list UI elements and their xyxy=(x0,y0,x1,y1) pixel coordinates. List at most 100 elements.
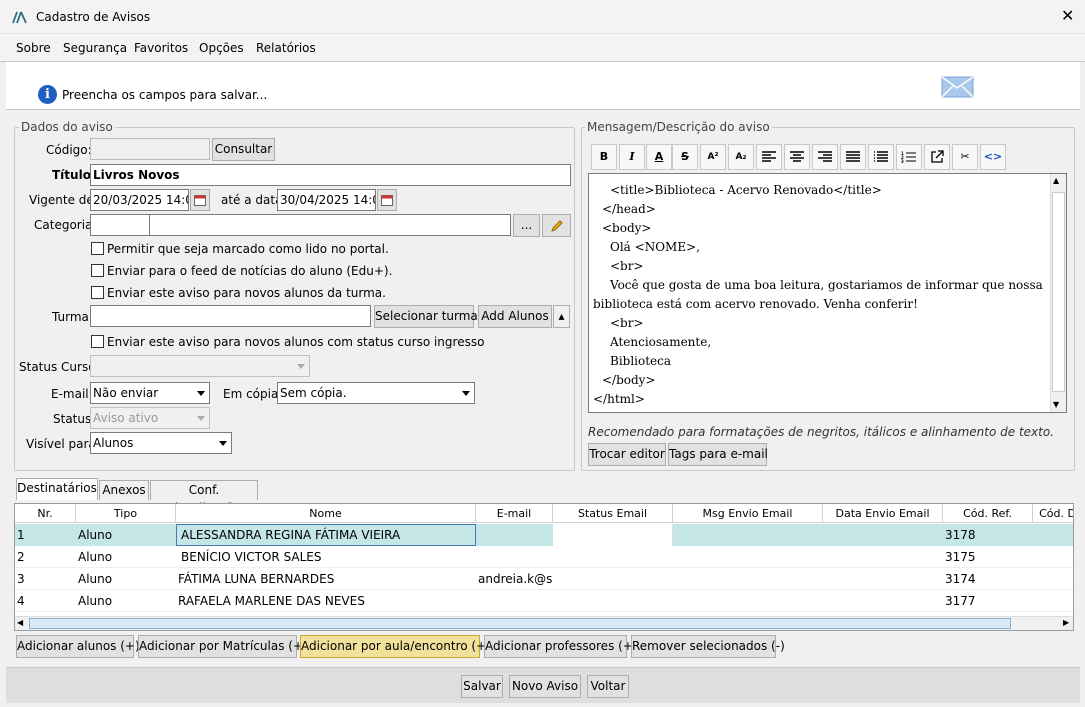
tab-anexos[interactable]: Anexos xyxy=(99,480,149,500)
editor-line: </html> xyxy=(593,392,645,406)
close-icon[interactable]: ✕ xyxy=(1061,6,1074,25)
editor-line: Atenciosamente, xyxy=(610,335,712,349)
app-logo-icon xyxy=(12,11,27,24)
table-cell: andreia.k@s... xyxy=(478,572,553,586)
grid-header[interactable]: Msg Envio Email xyxy=(673,504,823,523)
table-cell: ALESSANDRA REGINA FÁTIMA VIEIRA xyxy=(181,528,401,542)
menu-opcoes[interactable]: Opções xyxy=(199,41,244,55)
categoria-code-input[interactable] xyxy=(90,214,150,236)
check-status-ingresso-label: Enviar este aviso para novos alunos com … xyxy=(107,335,485,349)
horizontal-scrollbar[interactable]: ◀ ▶ xyxy=(15,616,1073,630)
calendar-icon[interactable] xyxy=(377,189,397,211)
check-novos-alunos-turma-label: Enviar este aviso para novos alunos da t… xyxy=(107,286,386,300)
table-cell: Aluno xyxy=(78,528,113,542)
align-left-icon[interactable] xyxy=(756,144,782,170)
check-feed-noticias[interactable] xyxy=(91,264,104,277)
strikethrough-icon[interactable]: S xyxy=(672,144,698,170)
novo-aviso-button[interactable]: Novo Aviso xyxy=(509,675,581,698)
email-select[interactable]: Não enviar xyxy=(90,382,210,404)
tags-email-button[interactable]: Tags para e-mail xyxy=(668,443,768,466)
superscript-icon[interactable]: A² xyxy=(700,144,726,170)
grid-header[interactable]: Status Email xyxy=(553,504,673,523)
categoria-search-button[interactable]: ... xyxy=(513,214,540,237)
salvar-button[interactable]: Salvar xyxy=(461,675,503,698)
copia-select[interactable]: Sem cópia. xyxy=(277,382,475,404)
vigente-label: Vigente de: xyxy=(29,193,98,207)
adicionar-alunos-button[interactable]: Adicionar alunos (+) xyxy=(16,635,140,658)
svg-text:3: 3 xyxy=(901,159,904,163)
adicionar-matriculas-button[interactable]: Adicionar por Matrículas (+) xyxy=(138,635,308,658)
cut-icon[interactable]: ✂ xyxy=(952,144,978,170)
check-status-ingresso[interactable] xyxy=(91,335,104,348)
editor-line: <br> xyxy=(610,316,644,330)
subscript-icon[interactable]: A₂ xyxy=(728,144,754,170)
recipients-grid[interactable]: Nr. Tipo Nome E-mail Status Email Msg En… xyxy=(14,503,1074,631)
align-center-icon[interactable] xyxy=(784,144,810,170)
numbered-list-icon[interactable]: 123 xyxy=(896,144,922,170)
selecionar-turma-button[interactable]: Selecionar turma xyxy=(374,305,478,328)
add-alunos-button[interactable]: Add Alunos xyxy=(478,305,552,328)
editor-line: <body> xyxy=(602,221,652,235)
grid-header[interactable]: Tipo xyxy=(76,504,176,523)
vigente-input[interactable]: 20/03/2025 14:01 xyxy=(90,189,189,211)
editor-scrollbar[interactable]: ▲ ▼ xyxy=(1050,174,1066,412)
scroll-left-icon[interactable]: ◀ xyxy=(17,618,23,627)
grid-header[interactable]: Cód. D xyxy=(1033,504,1073,523)
menu-seguranca[interactable]: Segurança xyxy=(63,41,127,55)
bullet-list-icon[interactable] xyxy=(868,144,894,170)
categoria-name-input[interactable] xyxy=(149,214,511,236)
message-editor[interactable]: head <title>Biblioteca - Acervo Renovado… xyxy=(588,173,1067,413)
menu-favoritos[interactable]: Favoritos xyxy=(134,41,188,55)
table-row[interactable] xyxy=(15,524,1073,546)
editor-line: <title>Biblioteca - Acervo Renovado</tit… xyxy=(610,183,882,197)
italic-icon[interactable]: I xyxy=(619,144,645,170)
grid-header[interactable]: Nr. xyxy=(15,504,76,523)
tab-conf-visualizacao[interactable]: Conf. Visualização xyxy=(150,480,258,515)
trocar-editor-button[interactable]: Trocar editor xyxy=(588,443,666,466)
scroll-right-icon[interactable]: ▶ xyxy=(1063,618,1069,627)
status-curso-select[interactable] xyxy=(90,355,310,377)
table-cell: 3177 xyxy=(945,594,976,608)
menu-relatorios[interactable]: Relatórios xyxy=(256,41,316,55)
titulo-input[interactable]: Livros Novos xyxy=(90,164,571,186)
bold-icon[interactable]: B xyxy=(591,144,617,170)
turma-input[interactable] xyxy=(90,305,371,327)
grid-header[interactable]: Cód. Ref. xyxy=(943,504,1033,523)
voltar-button[interactable]: Voltar xyxy=(587,675,629,698)
codigo-input[interactable] xyxy=(90,138,210,160)
collapse-icon[interactable]: ▴ xyxy=(553,305,570,328)
remover-selecionados-button[interactable]: Remover selecionados (-) xyxy=(631,635,785,658)
adicionar-aula-button[interactable]: Adicionar por aula/encontro (+) xyxy=(300,635,491,658)
visivel-select[interactable]: Alunos xyxy=(90,432,232,454)
scroll-down-icon[interactable]: ▼ xyxy=(1053,400,1059,409)
editor-hint: Recomendado para formatações de negritos… xyxy=(588,425,1055,439)
grid-header[interactable]: Data Envio Email xyxy=(823,504,943,523)
table-cell: Aluno xyxy=(78,572,113,586)
editor-scroll-thumb[interactable] xyxy=(1052,192,1065,392)
check-marcado-lido[interactable] xyxy=(91,242,104,255)
table-row[interactable] xyxy=(15,546,1073,568)
adicionar-professores-button[interactable]: Adicionar professores (+) xyxy=(484,635,638,658)
open-external-icon[interactable] xyxy=(924,144,950,170)
scroll-up-icon[interactable]: ▲ xyxy=(1053,176,1059,185)
table-row[interactable] xyxy=(15,590,1073,612)
check-marcado-lido-label: Permitir que seja marcado como lido no p… xyxy=(107,242,389,256)
horizontal-scroll-thumb[interactable] xyxy=(29,618,1011,629)
font-color-icon[interactable]: A xyxy=(646,144,672,170)
align-right-icon[interactable] xyxy=(812,144,838,170)
align-justify-icon[interactable] xyxy=(840,144,866,170)
status-select[interactable]: Aviso ativo xyxy=(90,407,210,429)
grid-header[interactable]: E-mail xyxy=(476,504,553,523)
calendar-icon[interactable] xyxy=(190,189,210,211)
check-novos-alunos-turma[interactable] xyxy=(91,286,104,299)
menu-bar: Sobre Segurança Favoritos Opções Relatór… xyxy=(0,34,1085,62)
menu-sobre[interactable]: Sobre xyxy=(16,41,51,55)
consultar-button[interactable]: Consultar xyxy=(212,138,275,161)
ate-input[interactable]: 30/04/2025 14:01 xyxy=(277,189,376,211)
pencil-icon[interactable] xyxy=(542,214,571,237)
tab-destinatarios[interactable]: Destinatários xyxy=(16,478,98,500)
grid-header[interactable]: Nome xyxy=(176,504,476,523)
table-cell: 3174 xyxy=(945,572,976,586)
source-code-icon[interactable]: <> xyxy=(980,144,1006,170)
table-cell: Aluno xyxy=(78,550,113,564)
